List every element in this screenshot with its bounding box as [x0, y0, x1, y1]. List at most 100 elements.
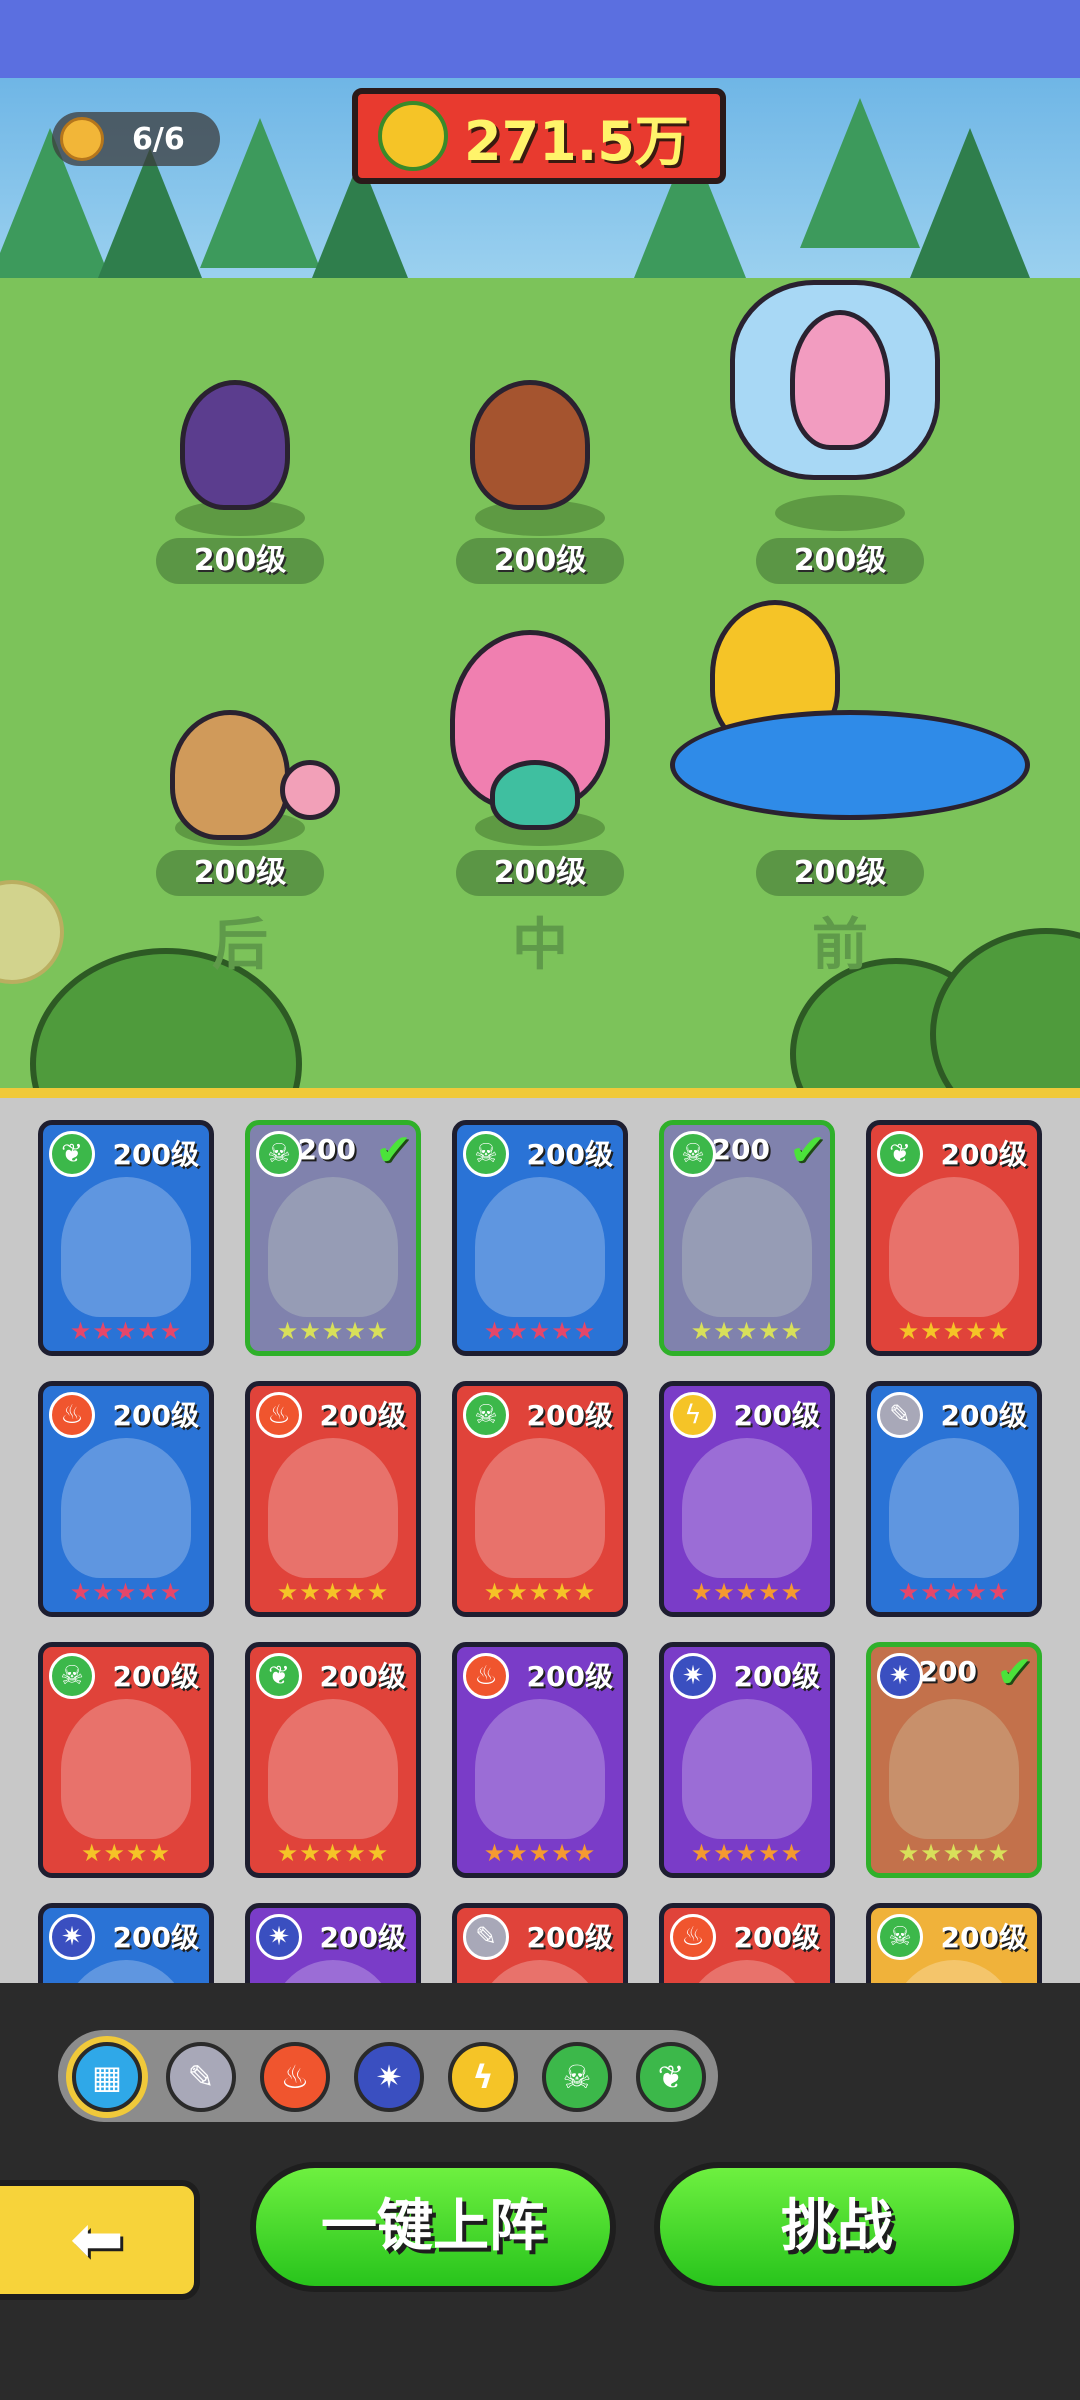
hero-card-level: 200级 [319, 1660, 406, 1693]
hero-level: 200级 [456, 850, 624, 896]
hero-card[interactable]: ❦ 200级 ★★★★★ [245, 1642, 421, 1878]
hero-card[interactable]: ♨ 200级 ★★★★★ [245, 1381, 421, 1617]
team-count: 6/6 [132, 121, 185, 157]
hero-card[interactable]: ♨ 200级 ★★★★★ [38, 1381, 214, 1617]
poison-element-icon: ☠ [49, 1653, 95, 1699]
hero-portrait [889, 1960, 1019, 1983]
team-count-badge: 6/6 [52, 112, 220, 166]
filter-all-icon[interactable]: ▦ [72, 2042, 142, 2112]
filter-fire-icon[interactable]: ♨ [260, 2042, 330, 2112]
star-rating: ★★★★★ [276, 1839, 390, 1867]
hero-card[interactable]: ☠ 200级 ★★★★★ [452, 1120, 628, 1356]
hero-card[interactable]: ☠ 200级 [866, 1903, 1042, 1983]
row-label-front: 前 [812, 913, 868, 978]
poison-element-icon: ☠ [256, 1131, 302, 1177]
hero-portrait [61, 1438, 191, 1578]
star-rating: ★★★★★ [483, 1578, 597, 1606]
hero-portrait [682, 1438, 812, 1578]
hero-portrait [61, 1177, 191, 1317]
star-rating: ★★★★★ [897, 1578, 1011, 1606]
hero-figure [170, 710, 290, 840]
hero-card[interactable]: ☠ 200 ✔ ★★★★★ [245, 1120, 421, 1356]
checkmark-icon: ✔ [996, 1647, 1033, 1698]
hero-portrait [475, 1960, 605, 1983]
filter-sword-icon[interactable]: ✎ [166, 2042, 236, 2112]
hero-shadow [775, 495, 905, 531]
filter-poison-icon[interactable]: ☠ [542, 2042, 612, 2112]
hero-portrait [889, 1177, 1019, 1317]
nature-element-icon: ❦ [49, 1131, 95, 1177]
hero-portrait [475, 1438, 605, 1578]
nature-element-icon: ❦ [256, 1653, 302, 1699]
hero-card[interactable]: ♨ 200级 [659, 1903, 835, 1983]
star-rating: ★★★★★ [897, 1317, 1011, 1345]
auto-deploy-button[interactable]: 一键上阵 [250, 2162, 616, 2292]
hero-roster[interactable]: ❦ 200级 ★★★★★ ☠ 200 ✔ ★★★★★ ☠ 200级 ★★★★★ ☠ 200 ✔ ★★★★★… [0, 1098, 1080, 1983]
star-rating: ★★★★★ [69, 1578, 183, 1606]
hero-card-level: 200级 [319, 1399, 406, 1432]
row-label-middle: 中 [512, 913, 568, 978]
hero-card[interactable]: ☠ 200 ✔ ★★★★★ [659, 1120, 835, 1356]
hero-card-level: 200 [918, 1655, 977, 1688]
star-rating: ★★★★★ [690, 1317, 804, 1345]
hero-portrait [268, 1438, 398, 1578]
hero-card-level: 200级 [526, 1660, 613, 1693]
ice-element-icon: ✷ [256, 1914, 302, 1960]
hero-card[interactable]: ❦ 200级 ★★★★★ [866, 1120, 1042, 1356]
hero-tail [490, 760, 580, 830]
star-rating: ★★★★★ [69, 1317, 183, 1345]
sword-element-icon: ✎ [877, 1392, 923, 1438]
hero-card[interactable]: ☠ 200级 ★★★★★ [452, 1381, 628, 1617]
ice-element-icon: ✷ [49, 1914, 95, 1960]
hero-portrait [61, 1699, 191, 1839]
hero-portrait [268, 1960, 398, 1983]
lollipop-icon [280, 760, 340, 820]
hero-card-level: 200级 [526, 1138, 613, 1171]
hero-portrait [475, 1699, 605, 1839]
hero-figure [790, 310, 890, 450]
hero-card[interactable]: ♨ 200级 ★★★★★ [452, 1642, 628, 1878]
nature-element-icon: ❦ [877, 1131, 923, 1177]
hero-card[interactable]: ✷ 200级 ★★★★★ [659, 1642, 835, 1878]
hero-card[interactable]: ❦ 200级 ★★★★★ [38, 1120, 214, 1356]
poison-element-icon: ☠ [463, 1131, 509, 1177]
hero-card-level: 200 [297, 1133, 356, 1166]
back-arrow-icon: ⬅ [70, 2203, 124, 2277]
star-rating: ★★★★★ [897, 1839, 1011, 1867]
hero-level: 200级 [756, 850, 924, 896]
hero-card-level: 200 [711, 1133, 770, 1166]
hero-card-level: 200级 [733, 1660, 820, 1693]
hero-portrait [61, 1960, 191, 1983]
filter-nature-icon[interactable]: ❦ [636, 2042, 706, 2112]
divider [0, 1088, 1080, 1098]
hero-card[interactable]: ✷ 200 ✔ ★★★★★ [866, 1642, 1042, 1878]
hero-card[interactable]: ☠ 200级 ★★★★ [38, 1642, 214, 1878]
hero-level: 200级 [756, 538, 924, 584]
hero-portrait [682, 1960, 812, 1983]
hero-card-level: 200级 [319, 1921, 406, 1954]
ice-element-icon: ✷ [877, 1653, 923, 1699]
hero-figure [470, 380, 590, 510]
back-button[interactable]: ⬅ [0, 2180, 200, 2300]
hero-level: 200级 [156, 538, 324, 584]
filter-lightning-icon[interactable]: ϟ [448, 2042, 518, 2112]
surfboard-wave [670, 710, 1030, 820]
hero-card-level: 200级 [112, 1138, 199, 1171]
poison-element-icon: ☠ [877, 1914, 923, 1960]
hero-card[interactable]: ✷ 200级 [245, 1903, 421, 1983]
challenge-button[interactable]: 挑战 [654, 2162, 1020, 2292]
hero-card-level: 200级 [112, 1921, 199, 1954]
hero-card[interactable]: ϟ 200级 ★★★★★ [659, 1381, 835, 1617]
hero-card[interactable]: ✎ 200级 ★★★★★ [866, 1381, 1042, 1617]
hero-card[interactable]: ✎ 200级 [452, 1903, 628, 1983]
hero-card-level: 200级 [733, 1399, 820, 1432]
hero-card[interactable]: ✷ 200级 [38, 1903, 214, 1983]
hero-card-level: 200级 [112, 1399, 199, 1432]
filter-ice-icon[interactable]: ✷ [354, 2042, 424, 2112]
row-label-back: 后 [212, 913, 268, 978]
hero-level: 200级 [456, 538, 624, 584]
pine-tree-icon [800, 98, 920, 248]
star-rating: ★★★★★ [483, 1839, 597, 1867]
hero-level: 200级 [156, 850, 324, 896]
fire-element-icon: ♨ [256, 1392, 302, 1438]
